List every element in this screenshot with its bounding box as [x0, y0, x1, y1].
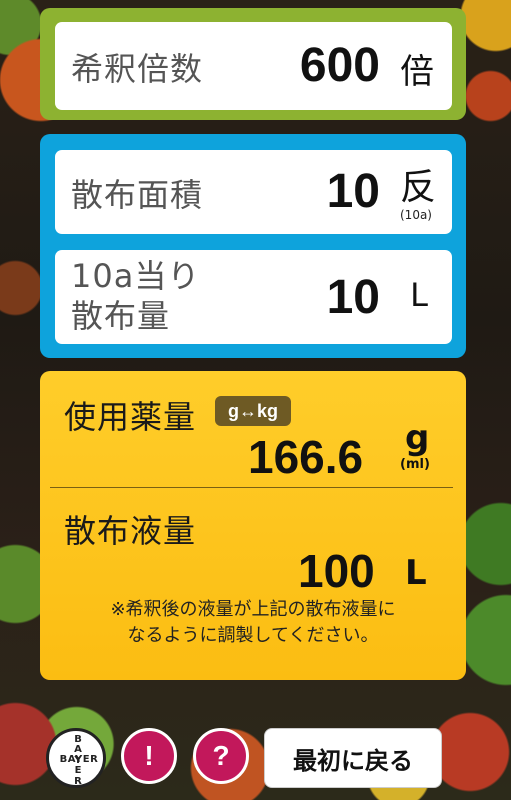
spray-unit: L — [405, 553, 427, 593]
info-button[interactable]: ! — [121, 728, 177, 784]
unit-toggle-button[interactable]: g↔kg — [215, 396, 291, 426]
chemical-unit: g — [405, 418, 430, 458]
results-divider — [50, 487, 453, 488]
per-area-label-line2: 散布量 — [71, 297, 171, 335]
area-subunit: (10a) — [400, 208, 432, 222]
bayer-logo: B A Y E R BAYER — [46, 728, 106, 788]
spray-value: 100 — [298, 545, 375, 597]
chemical-label: 使用薬量 — [64, 398, 197, 436]
help-button[interactable]: ? — [193, 728, 249, 784]
dilution-value: 600 — [299, 39, 380, 92]
area-unit: 反 — [399, 167, 436, 208]
per-area-field[interactable]: 10a当り 散布量 10 L — [55, 250, 452, 344]
note-line2: なるように調製してください。 — [127, 625, 379, 646]
per-area-label: 10a当り 散布量 — [71, 256, 200, 336]
chemical-value: 166.6 — [248, 431, 364, 483]
area-label: 散布面積 — [71, 176, 204, 214]
per-area-label-line1: 10a当り — [71, 257, 201, 295]
dilution-unit: 倍 — [400, 52, 434, 92]
bayer-logo-horizontal: BAYER — [59, 754, 99, 765]
per-area-value: 10 — [326, 271, 380, 324]
reset-button[interactable]: 最初に戻る — [264, 728, 442, 788]
area-value: 10 — [326, 165, 380, 218]
chemical-subunit: (ml) — [400, 457, 430, 472]
preparation-note: ※希釈後の液量が上記の散布液量に なるように調製してください。 — [56, 597, 450, 649]
per-area-unit: L — [410, 276, 428, 314]
dilution-field[interactable]: 希釈倍数 600 倍 — [55, 22, 452, 110]
area-field[interactable]: 散布面積 10 反 (10a) — [55, 150, 452, 234]
note-line1: ※希釈後の液量が上記の散布液量に — [110, 599, 396, 620]
spray-label: 散布液量 — [64, 512, 197, 550]
dilution-label: 希釈倍数 — [71, 50, 204, 88]
